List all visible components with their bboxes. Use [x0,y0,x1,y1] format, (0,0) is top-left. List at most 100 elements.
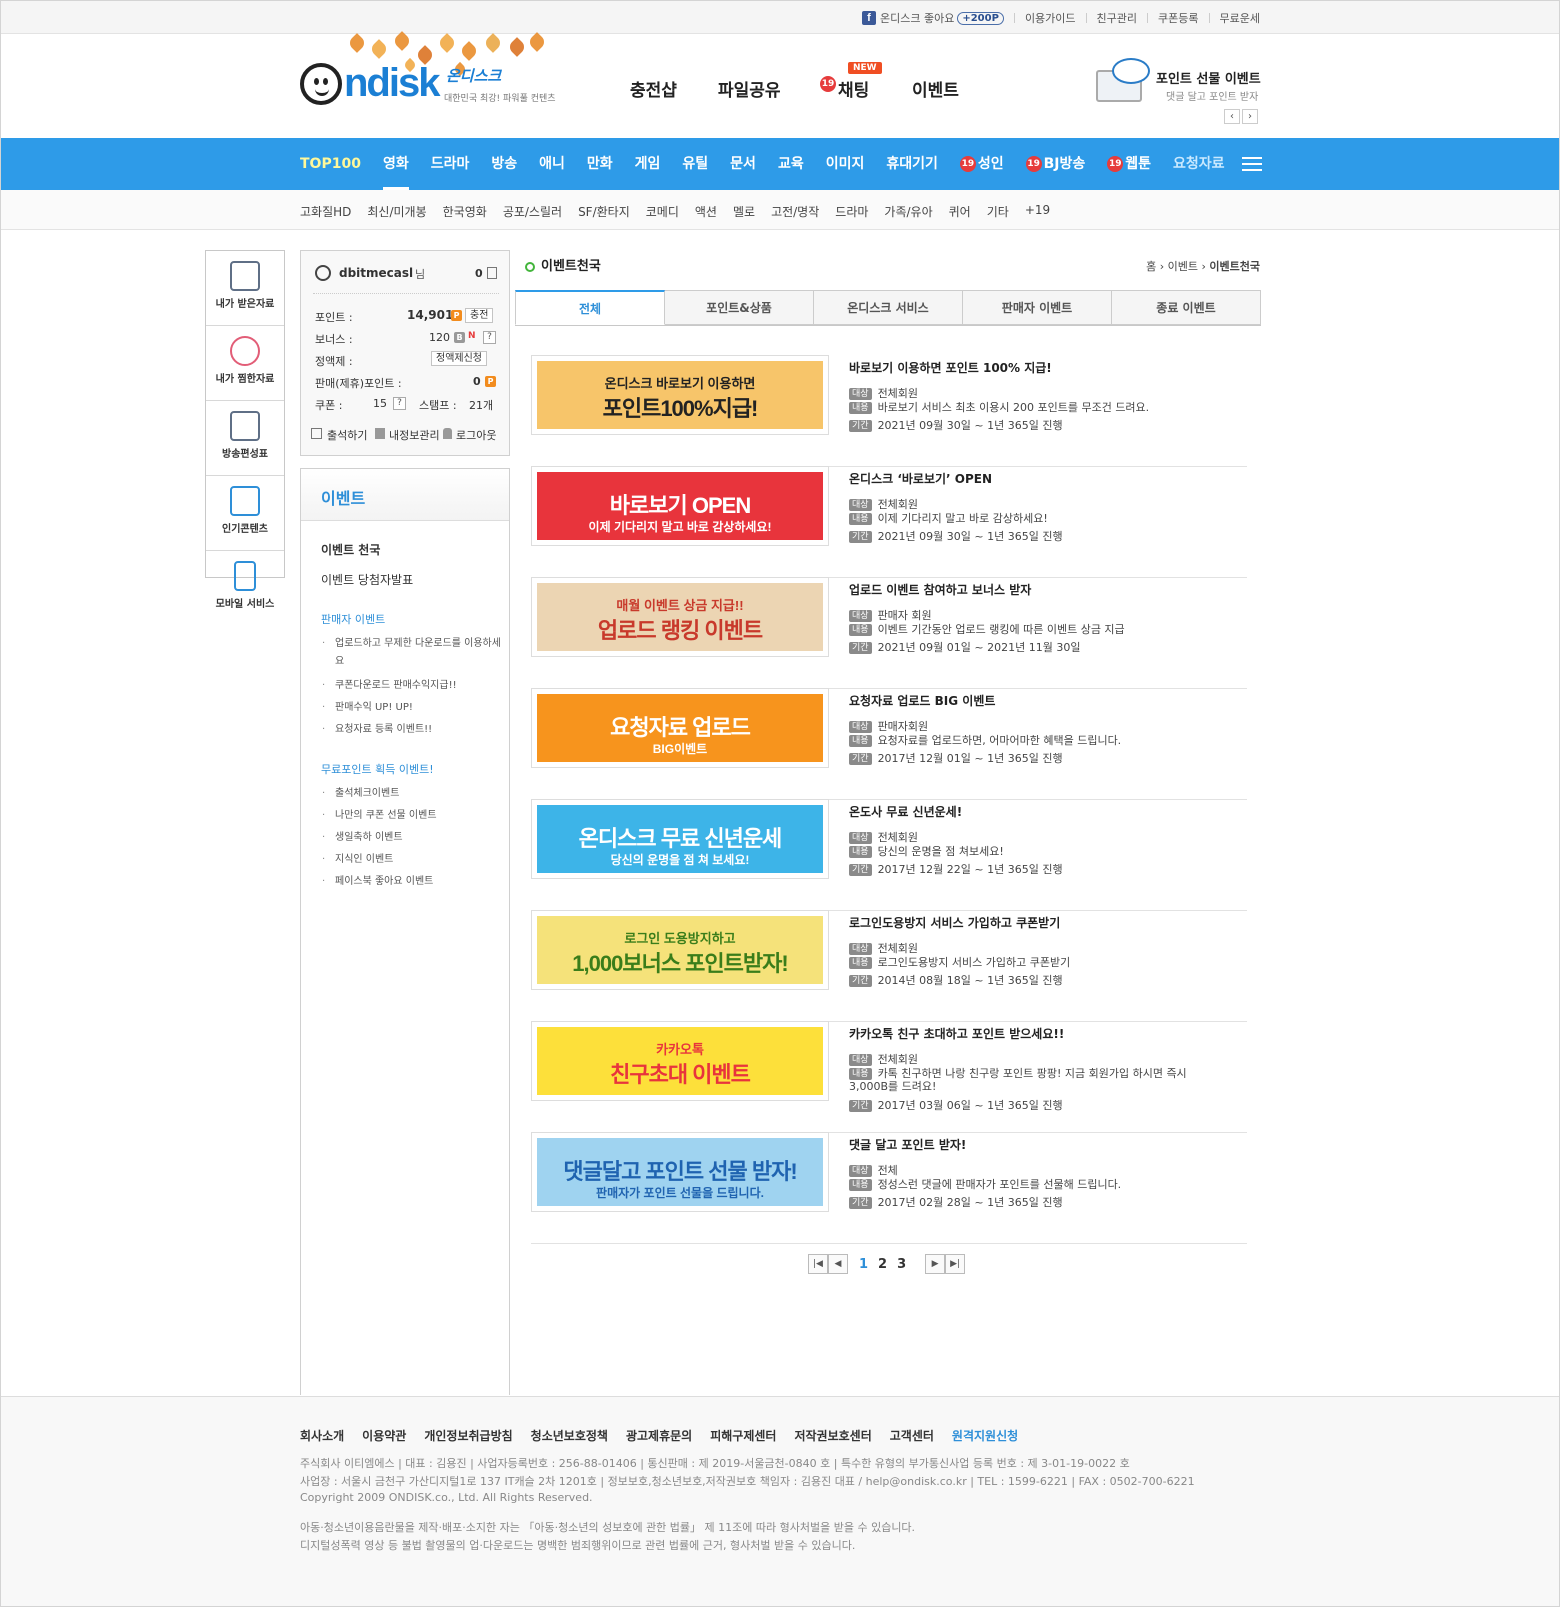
side-sub-item[interactable]: 판매수익 UP! UP! [322,699,501,717]
tab-point-goods[interactable]: 포인트&상품 [665,290,814,325]
promo-next-button[interactable]: › [1242,109,1258,124]
cat-anime[interactable]: 애니 [539,138,565,190]
event-item[interactable]: 온디스크 바로보기 이용하면 포인트100%지급! 바로보기 이용하면 포인트 10… [531,355,1247,467]
cat-movie[interactable]: 영화 [382,138,409,190]
charge-button[interactable]: 충전 [465,308,494,323]
footer-link[interactable]: 개인정보취급방침 [424,1427,512,1444]
subcat-item[interactable]: 퀴어 [949,203,971,220]
quick-wishlist[interactable]: 내가 찜한자료 [206,336,284,401]
side-sub-item[interactable]: 나만의 쿠폰 선물 이벤트 [322,807,501,825]
event-title[interactable]: 로그인도용방지 서비스 가입하고 쿠폰받기 [849,914,1060,931]
subcat-item[interactable]: 가족/유아 [884,203,932,220]
side-sub-item[interactable]: 출석체크이벤트 [322,785,501,803]
util-link-fortune[interactable]: 무료운세 [1220,10,1260,26]
cat-util[interactable]: 유틸 [682,138,708,190]
side-sub-item[interactable]: 업로드하고 무제한 다운로드를 이용하세요 [322,635,501,671]
side-sub-item[interactable]: 페이스북 좋아요 이벤트 [322,873,501,891]
cat-broadcast[interactable]: 방송 [491,138,517,190]
cat-bj[interactable]: 19 BJ방송 [1025,138,1085,190]
gnb-shop[interactable]: 충전샵 [630,76,677,101]
event-banner[interactable]: 바로보기 OPEN 이제 기다리지 말고 바로 감상하세요! [531,466,829,546]
footer-link[interactable]: 청소년보호정책 [531,1427,608,1444]
subcat-item[interactable]: 고화질HD [300,203,351,220]
message-icon[interactable] [487,267,497,279]
page-number[interactable]: 1 [859,1257,868,1272]
event-title[interactable]: 요청자료 업로드 BIG 이벤트 [849,692,995,709]
subcat-item[interactable]: +19 [1025,203,1050,220]
footer-link[interactable]: 회사소개 [300,1427,344,1444]
quick-popular[interactable]: 인기콘텐츠 [206,486,284,551]
tab-all[interactable]: 전체 [515,290,665,325]
event-title[interactable]: 온도사 무료 신년운세! [849,803,962,820]
event-item[interactable]: 바로보기 OPEN 이제 기다리지 말고 바로 감상하세요! 온디스크 ‘바로보기’… [531,466,1247,578]
event-title[interactable]: 온디스크 ‘바로보기’ OPEN [849,470,992,487]
event-banner[interactable]: 댓글달고 포인트 선물 받자! 판매자가 포인트 선물을 드립니다. [531,1132,829,1212]
event-item[interactable]: 요청자료 업로드 BIG이벤트 요청자료 업로드 BIG 이벤트 대상 판매자회원 내용 요… [531,688,1247,800]
quick-mobile[interactable]: 모바일 서비스 [206,561,284,626]
site-logo[interactable]: ndisk 온디스크 대한민국 최강! 파워풀 컨텐츠 [300,55,560,113]
tab-seller-event[interactable]: 판매자 이벤트 [963,290,1112,325]
next-page-button[interactable]: ▶ [925,1254,946,1274]
util-link-coupon[interactable]: 쿠폰등록 [1158,10,1198,26]
subcat-item[interactable]: 코메디 [646,203,679,220]
cat-game[interactable]: 게임 [635,138,661,190]
side-group-free-point[interactable]: 무료포인트 획득 이벤트! [321,761,434,777]
subcat-item[interactable]: SF/환타지 [578,203,630,220]
side-sub-item[interactable]: 생일축하 이벤트 [322,829,501,847]
logout-link[interactable]: 로그아웃 [456,427,496,443]
promo-prev-button[interactable]: ‹ [1224,109,1240,124]
event-title[interactable]: 댓글 달고 포인트 받자! [849,1136,966,1153]
subcat-item[interactable]: 최신/미개봉 [367,203,426,220]
side-item-winners[interactable]: 이벤트 당첨자발표 [321,571,413,588]
help-icon[interactable]: ? [393,397,406,410]
cat-comic[interactable]: 만화 [587,138,613,190]
footer-link[interactable]: 이용약관 [362,1427,406,1444]
subcat-item[interactable]: 액션 [695,203,717,220]
footer-link[interactable]: 저작권보호센터 [794,1427,871,1444]
message-count[interactable]: 0 [475,267,483,280]
facebook-like[interactable]: f 온디스크 좋아요 +200P [862,10,1004,26]
event-banner[interactable]: 로그인 도용방지하고 1,000보너스 포인트받자! [531,910,829,990]
footer-link[interactable]: 고객센터 [890,1427,934,1444]
gnb-fileshare[interactable]: 파일공유 [718,76,781,101]
footer-link[interactable]: 피해구제센터 [710,1427,776,1444]
tab-ended-event[interactable]: 종료 이벤트 [1112,290,1261,325]
cat-drama[interactable]: 드라마 [431,138,470,190]
event-banner[interactable]: 온디스크 바로보기 이용하면 포인트100%지급! [531,355,829,435]
side-item-event-heaven[interactable]: 이벤트 천국 [321,541,380,558]
quick-received[interactable]: 내가 받은자료 [206,261,284,326]
cat-mobile[interactable]: 휴대기기 [886,138,938,190]
footer-link[interactable]: 광고제휴문의 [626,1427,692,1444]
subcat-item[interactable]: 기타 [987,203,1009,220]
side-sub-item[interactable]: 쿠폰다운로드 판매수익지급!! [322,677,501,695]
prev-page-button[interactable]: ◀ [828,1254,848,1274]
page-number[interactable]: 3 [897,1257,906,1272]
help-icon[interactable]: ? [483,331,496,344]
util-link-guide[interactable]: 이용가이드 [1025,10,1076,26]
event-banner[interactable]: 요청자료 업로드 BIG이벤트 [531,688,829,768]
first-page-button[interactable]: |◀ [808,1254,828,1274]
subcat-item[interactable]: 고전/명작 [771,203,819,220]
event-item[interactable]: 카카오톡 친구초대 이벤트 카카오톡 친구 초대하고 포인트 받으세요!! 대상 전체회… [531,1021,1247,1133]
flat-apply-button[interactable]: 정액제신청 [431,351,487,366]
point-gift-promo[interactable]: 포인트 선물 이벤트 댓글 달고 포인트 받자 ‹ › [1090,58,1262,128]
cat-top100[interactable]: TOP100 [300,138,361,190]
breadcrumb-event[interactable]: 이벤트 [1168,260,1198,273]
tab-ondisk-service[interactable]: 온디스크 서비스 [814,290,963,325]
cat-request[interactable]: 요청자료 [1173,138,1225,190]
subcat-item[interactable]: 멜로 [733,203,755,220]
event-title[interactable]: 카카오톡 친구 초대하고 포인트 받으세요!! [849,1025,1064,1042]
event-item[interactable]: 로그인 도용방지하고 1,000보너스 포인트받자! 로그인도용방지 서비스 가입하… [531,910,1247,1022]
event-banner[interactable]: 매월 이벤트 상금 지급!! 업로드 랭킹 이벤트 [531,577,829,657]
last-page-button[interactable]: ▶| [945,1254,966,1274]
event-banner[interactable]: 카카오톡 친구초대 이벤트 [531,1021,829,1101]
event-item[interactable]: 온디스크 무료 신년운세 당신의 운명을 점 쳐 보세요! 온도사 무료 신년운세!… [531,799,1247,911]
side-group-seller[interactable]: 판매자 이벤트 [321,611,385,627]
menu-icon[interactable] [1242,157,1262,171]
cat-adult[interactable]: 19 성인 [959,138,1004,190]
side-sub-item[interactable]: 요청자료 등록 이벤트!! [322,721,501,739]
gnb-event[interactable]: 이벤트 [912,76,959,101]
breadcrumb-home[interactable]: 홈 [1146,260,1156,273]
event-item[interactable]: 댓글달고 포인트 선물 받자! 판매자가 포인트 선물을 드립니다. 댓글 달고 포… [531,1132,1247,1244]
event-banner[interactable]: 온디스크 무료 신년운세 당신의 운명을 점 쳐 보세요! [531,799,829,879]
